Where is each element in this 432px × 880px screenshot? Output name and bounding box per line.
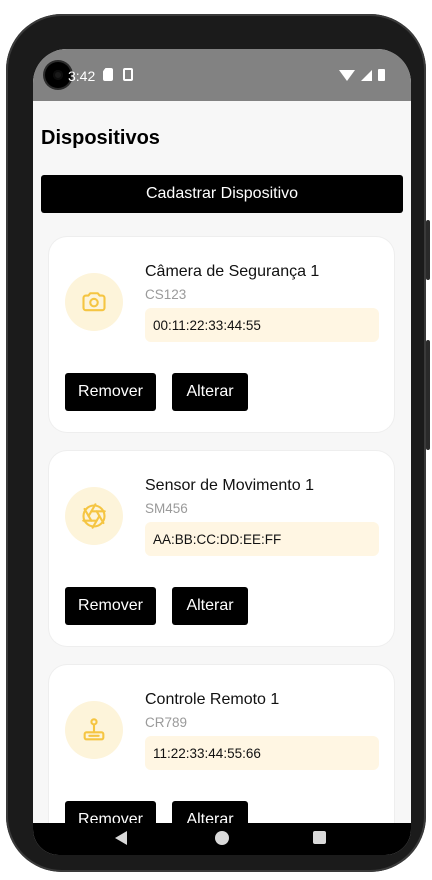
device-code: SM456 [145, 501, 188, 516]
device-name: Controle Remoto 1 [145, 691, 280, 708]
sd-card-icon [103, 68, 113, 81]
remove-device-button[interactable]: Remover [65, 801, 156, 823]
device-code: CS123 [145, 287, 187, 302]
status-time: 3:42 [68, 68, 96, 84]
device-list[interactable]: Câmera de Segurança 1 CS123 00:11:22:33:… [33, 235, 411, 823]
device-code: CR789 [145, 715, 188, 730]
edit-device-button[interactable]: Alterar [172, 373, 248, 411]
back-icon[interactable] [115, 831, 127, 845]
device-icon-badge [65, 701, 123, 759]
aperture-icon [82, 503, 106, 529]
device-card: Sensor de Movimento 1 SM456 AA:BB:CC:DD:… [49, 451, 394, 646]
status-bar: 3:42 [33, 49, 411, 101]
device-icon-badge [65, 487, 123, 545]
edit-device-button[interactable]: Alterar [172, 587, 248, 625]
device-name: Câmera de Segurança 1 [145, 263, 320, 280]
device-card: Controle Remoto 1 CR789 11:22:33:44:55:6… [49, 665, 394, 823]
home-icon[interactable] [215, 831, 229, 845]
device-mac-address: 00:11:22:33:44:55 [145, 308, 379, 342]
joystick-icon [83, 718, 105, 741]
recent-apps-icon[interactable] [313, 831, 326, 844]
device-card: Câmera de Segurança 1 CS123 00:11:22:33:… [49, 237, 394, 432]
remove-device-button[interactable]: Remover [65, 587, 156, 625]
edit-device-button[interactable]: Alterar [172, 801, 248, 823]
screen: 3:42 Dispositivos Cadastrar Dispositivo [33, 49, 411, 855]
signal-icon [361, 69, 372, 81]
wifi-icon [339, 69, 355, 81]
system-icons [339, 69, 385, 81]
navigation-bar [33, 823, 411, 855]
device-mac-address: 11:22:33:44:55:66 [145, 736, 379, 770]
notification-icons [103, 68, 133, 81]
storage-icon [123, 68, 133, 81]
volume-button [426, 340, 430, 450]
phone-frame: 3:42 Dispositivos Cadastrar Dispositivo [6, 14, 430, 872]
page-title: Dispositivos [41, 127, 160, 149]
device-mac-address: AA:BB:CC:DD:EE:FF [145, 522, 379, 556]
register-device-button[interactable]: Cadastrar Dispositivo [41, 175, 403, 213]
remove-device-button[interactable]: Remover [65, 373, 156, 411]
device-name: Sensor de Movimento 1 [145, 477, 314, 494]
power-button [426, 220, 430, 280]
battery-icon [378, 69, 385, 81]
camera-icon [82, 292, 106, 312]
device-icon-badge [65, 273, 123, 331]
